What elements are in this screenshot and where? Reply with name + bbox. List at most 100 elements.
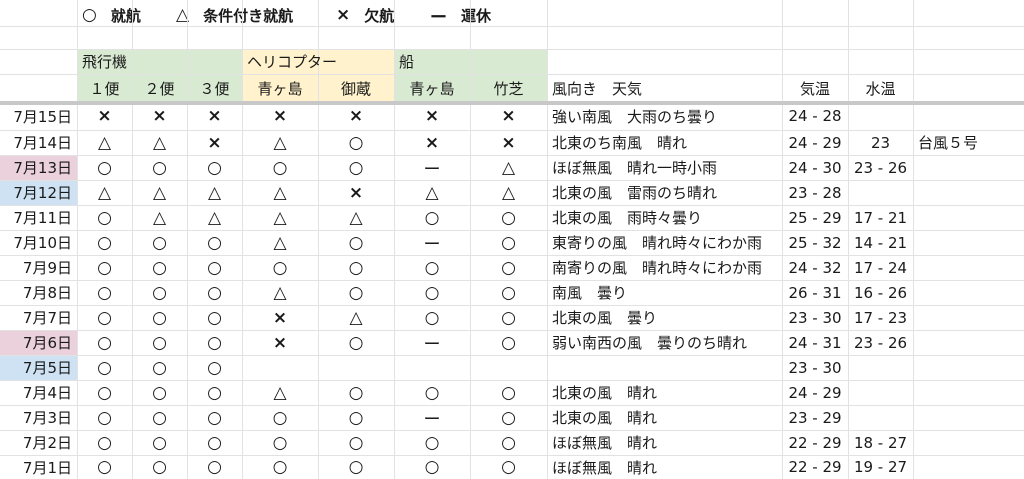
status-cell[interactable]: ○ xyxy=(318,380,394,405)
status-cell[interactable]: ○ xyxy=(242,255,318,280)
status-cell[interactable]: △ xyxy=(132,205,187,230)
status-cell[interactable]: ○ xyxy=(394,430,470,455)
status-cell[interactable]: ○ xyxy=(132,355,187,380)
status-cell[interactable]: ○ xyxy=(132,455,187,479)
status-cell[interactable]: × xyxy=(242,330,318,355)
status-cell[interactable]: ○ xyxy=(394,255,470,280)
status-cell[interactable]: ○ xyxy=(77,430,132,455)
status-cell[interactable]: ○ xyxy=(187,280,242,305)
status-cell[interactable]: △ xyxy=(132,130,187,155)
status-cell[interactable]: ○ xyxy=(77,305,132,330)
status-cell[interactable]: △ xyxy=(318,205,394,230)
status-cell[interactable]: △ xyxy=(470,180,547,205)
status-cell[interactable]: ○ xyxy=(132,305,187,330)
status-cell[interactable]: ○ xyxy=(77,405,132,430)
status-cell[interactable]: ○ xyxy=(132,330,187,355)
status-cell[interactable]: ○ xyxy=(132,255,187,280)
status-cell[interactable]: △ xyxy=(242,180,318,205)
status-cell[interactable]: ○ xyxy=(242,430,318,455)
status-cell[interactable]: ○ xyxy=(470,330,547,355)
status-cell[interactable]: △ xyxy=(394,180,470,205)
status-cell[interactable]: ○ xyxy=(242,155,318,180)
status-cell[interactable]: ○ xyxy=(470,280,547,305)
status-cell[interactable]: ○ xyxy=(187,355,242,380)
status-cell[interactable]: ○ xyxy=(187,430,242,455)
status-cell[interactable]: ○ xyxy=(394,205,470,230)
status-cell[interactable]: ○ xyxy=(470,205,547,230)
status-cell[interactable]: ○ xyxy=(132,155,187,180)
status-cell[interactable]: ○ xyxy=(187,330,242,355)
status-cell[interactable]: ○ xyxy=(470,430,547,455)
status-cell[interactable]: ○ xyxy=(77,355,132,380)
status-cell[interactable]: ○ xyxy=(132,430,187,455)
status-cell[interactable]: ー xyxy=(394,155,470,180)
status-cell[interactable]: △ xyxy=(242,380,318,405)
status-cell[interactable]: ○ xyxy=(394,380,470,405)
status-cell[interactable]: × xyxy=(187,102,242,130)
status-cell[interactable]: × xyxy=(187,130,242,155)
status-cell[interactable]: ○ xyxy=(187,405,242,430)
status-cell[interactable]: × xyxy=(470,102,547,130)
status-cell[interactable]: ○ xyxy=(394,305,470,330)
status-cell[interactable]: ○ xyxy=(77,230,132,255)
status-cell[interactable]: × xyxy=(318,102,394,130)
status-cell[interactable]: △ xyxy=(318,305,394,330)
status-cell[interactable]: ○ xyxy=(132,405,187,430)
status-cell[interactable]: ○ xyxy=(318,230,394,255)
status-cell[interactable] xyxy=(318,355,394,380)
status-cell[interactable]: ○ xyxy=(132,280,187,305)
status-cell[interactable]: ○ xyxy=(470,305,547,330)
status-cell[interactable]: ○ xyxy=(394,455,470,479)
status-cell[interactable]: ○ xyxy=(470,255,547,280)
status-cell[interactable]: × xyxy=(318,180,394,205)
status-cell[interactable]: × xyxy=(132,102,187,130)
status-cell[interactable]: ○ xyxy=(242,455,318,479)
status-cell[interactable]: ○ xyxy=(77,380,132,405)
status-cell[interactable]: △ xyxy=(242,130,318,155)
status-cell[interactable]: △ xyxy=(470,155,547,180)
status-cell[interactable]: △ xyxy=(77,130,132,155)
status-cell[interactable]: ○ xyxy=(318,455,394,479)
status-cell[interactable]: ○ xyxy=(318,405,394,430)
status-cell[interactable]: ○ xyxy=(187,155,242,180)
status-cell[interactable]: ○ xyxy=(318,130,394,155)
status-cell[interactable]: ○ xyxy=(318,155,394,180)
status-cell[interactable]: ○ xyxy=(132,230,187,255)
status-cell[interactable]: × xyxy=(394,102,470,130)
status-cell[interactable]: ー xyxy=(394,405,470,430)
status-cell[interactable]: ○ xyxy=(318,280,394,305)
status-cell[interactable]: × xyxy=(77,102,132,130)
status-cell[interactable]: △ xyxy=(132,180,187,205)
status-cell[interactable]: ○ xyxy=(77,280,132,305)
status-cell[interactable]: ○ xyxy=(470,455,547,479)
status-cell[interactable]: ○ xyxy=(77,455,132,479)
status-cell[interactable]: ○ xyxy=(77,155,132,180)
status-cell[interactable]: ○ xyxy=(470,230,547,255)
status-cell[interactable]: ○ xyxy=(318,255,394,280)
status-cell[interactable]: ○ xyxy=(77,330,132,355)
status-cell[interactable]: △ xyxy=(187,180,242,205)
status-cell[interactable]: ○ xyxy=(187,230,242,255)
status-cell[interactable]: △ xyxy=(242,230,318,255)
status-cell[interactable]: ○ xyxy=(242,405,318,430)
status-cell[interactable]: ○ xyxy=(77,255,132,280)
status-cell[interactable]: × xyxy=(242,305,318,330)
status-cell[interactable] xyxy=(394,355,470,380)
status-cell[interactable]: ○ xyxy=(77,205,132,230)
status-cell[interactable]: ○ xyxy=(394,280,470,305)
status-cell[interactable]: ○ xyxy=(187,255,242,280)
status-cell[interactable]: ○ xyxy=(470,405,547,430)
status-cell[interactable]: ○ xyxy=(318,430,394,455)
status-cell[interactable]: × xyxy=(394,130,470,155)
status-cell[interactable]: × xyxy=(470,130,547,155)
status-cell[interactable]: ー xyxy=(394,230,470,255)
status-cell[interactable]: ○ xyxy=(187,380,242,405)
status-cell[interactable]: × xyxy=(242,102,318,130)
status-cell[interactable] xyxy=(242,355,318,380)
status-cell[interactable]: ○ xyxy=(132,380,187,405)
status-cell[interactable]: △ xyxy=(242,205,318,230)
status-cell[interactable] xyxy=(470,355,547,380)
status-cell[interactable]: △ xyxy=(187,205,242,230)
status-cell[interactable]: ○ xyxy=(470,380,547,405)
status-cell[interactable]: ○ xyxy=(318,330,394,355)
